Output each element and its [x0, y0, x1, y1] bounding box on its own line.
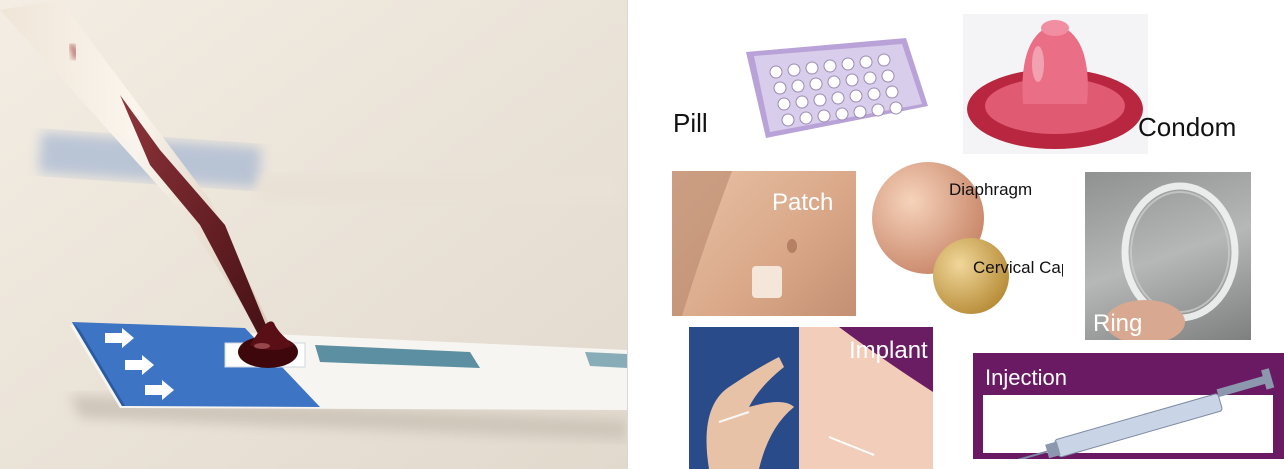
- cervical-cap-label: Cervical Cap: [973, 258, 1063, 277]
- contraception-collage: Pill Condom Patch Diaphragm Cervical Cap…: [627, 0, 1284, 469]
- blood-test-illustration: [0, 0, 627, 469]
- implant-label: Implant: [849, 337, 928, 364]
- ring-image: Ring: [1085, 172, 1251, 340]
- patch-label: Patch: [772, 189, 834, 216]
- pill-pack-image: [736, 34, 932, 142]
- condom-image: [963, 14, 1148, 154]
- condom-label: Condom: [1138, 112, 1237, 142]
- diaphragm-cap-image: Diaphragm Cervical Cap: [863, 158, 1063, 318]
- blood-test-photo: [0, 0, 627, 469]
- patch-image: Patch: [672, 171, 856, 316]
- injection-label: Injection: [985, 365, 1067, 390]
- diaphragm-label: Diaphragm: [949, 180, 1033, 199]
- injection-image: Injection: [973, 353, 1284, 459]
- implant-arm-image: Implant: [799, 327, 933, 469]
- pill-label: Pill: [673, 108, 708, 138]
- ring-label: Ring: [1093, 310, 1143, 337]
- implant-hand-image: [689, 327, 799, 469]
